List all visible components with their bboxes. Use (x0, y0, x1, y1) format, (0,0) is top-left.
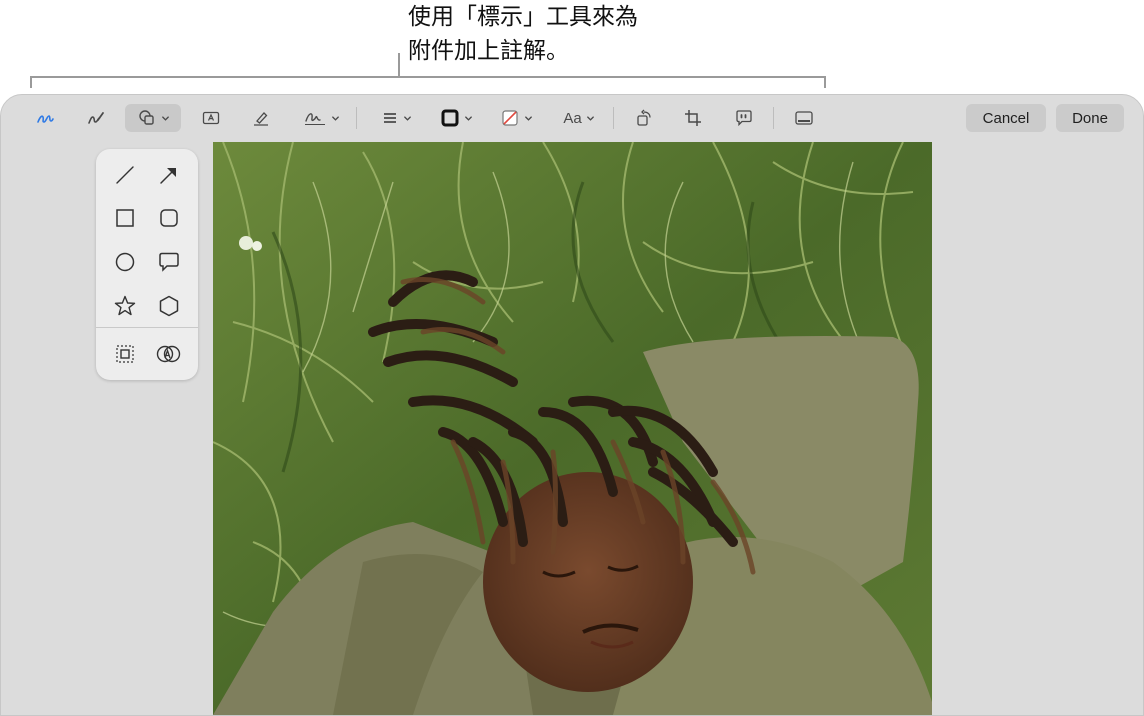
sign-icon (303, 108, 327, 128)
rounded-square-shape-button[interactable] (154, 205, 184, 235)
fill-color-icon (500, 108, 520, 128)
text-box-tool-button[interactable] (197, 104, 225, 132)
image-description-icon (794, 108, 814, 128)
fill-color-button[interactable] (495, 104, 537, 132)
hexagon-icon (157, 294, 181, 323)
border-color-button[interactable] (435, 104, 477, 132)
shapes-icon (137, 108, 157, 128)
chevron-down-icon (403, 114, 412, 123)
arrow-shape-button[interactable] (154, 162, 184, 192)
description-button[interactable] (730, 104, 758, 132)
mask-shape-button[interactable] (154, 341, 184, 371)
toolbar-separator (613, 107, 614, 129)
text-style-button[interactable]: Aa (557, 104, 601, 132)
image-description-button[interactable] (790, 104, 818, 132)
cancel-button[interactable]: Cancel (966, 104, 1046, 132)
attachment-photo (213, 142, 932, 715)
circle-icon (114, 251, 136, 278)
chevron-down-icon (464, 114, 473, 123)
markup-toolbar: Aa Cancel Done (1, 95, 1143, 141)
toolbar-separator (773, 107, 774, 129)
highlight-tool-button[interactable] (247, 104, 275, 132)
callout-bracket (30, 76, 826, 88)
chevron-down-icon (161, 114, 170, 123)
shapes-panel (96, 149, 198, 380)
arrow-icon (158, 164, 180, 191)
text-box-icon (201, 108, 221, 128)
chevron-down-icon (331, 114, 340, 123)
photo-of-man-lying-in-grass (213, 142, 932, 715)
mask-icon (156, 343, 182, 370)
rounded-square-icon (158, 207, 180, 234)
loupe-shape-button[interactable] (110, 341, 140, 371)
sketch-tool-button[interactable] (31, 104, 59, 132)
draw-icon (86, 108, 106, 128)
shapes-tool-button[interactable] (125, 104, 181, 132)
markup-window: Aa Cancel Done (0, 94, 1144, 716)
rotate-icon (634, 108, 654, 128)
shape-style-button[interactable] (375, 104, 417, 132)
crop-button[interactable] (679, 104, 707, 132)
chevron-down-icon (524, 114, 533, 123)
rotate-button[interactable] (630, 104, 658, 132)
callout-line-2: 附件加上註解。 (408, 38, 569, 64)
callout-stem (398, 53, 400, 77)
draw-tool-button[interactable] (82, 104, 110, 132)
callout-line-1: 使用「標示」工具來為 (408, 4, 638, 30)
line-icon (114, 164, 136, 191)
crop-icon (683, 108, 703, 128)
border-color-icon (440, 108, 460, 128)
square-icon (114, 207, 136, 234)
circle-shape-button[interactable] (110, 249, 140, 279)
chevron-down-icon (586, 114, 595, 123)
highlight-icon (251, 108, 271, 128)
shape-style-icon (381, 109, 399, 127)
speech-bubble-icon (157, 251, 181, 278)
line-shape-button[interactable] (110, 162, 140, 192)
hexagon-shape-button[interactable] (154, 293, 184, 323)
description-icon (734, 108, 754, 128)
star-shape-button[interactable] (110, 293, 140, 323)
loupe-icon (114, 343, 136, 370)
text-style-label: Aa (563, 109, 582, 127)
toolbar-separator (356, 107, 357, 129)
sketch-icon (35, 108, 55, 128)
square-shape-button[interactable] (110, 205, 140, 235)
speech-bubble-shape-button[interactable] (154, 249, 184, 279)
star-icon (113, 294, 137, 323)
done-button[interactable]: Done (1056, 104, 1124, 132)
callout-text: 使用「標示」工具來為 附件加上註解。 (408, 0, 638, 68)
sign-tool-button[interactable] (299, 104, 343, 132)
shapes-divider (96, 327, 198, 328)
